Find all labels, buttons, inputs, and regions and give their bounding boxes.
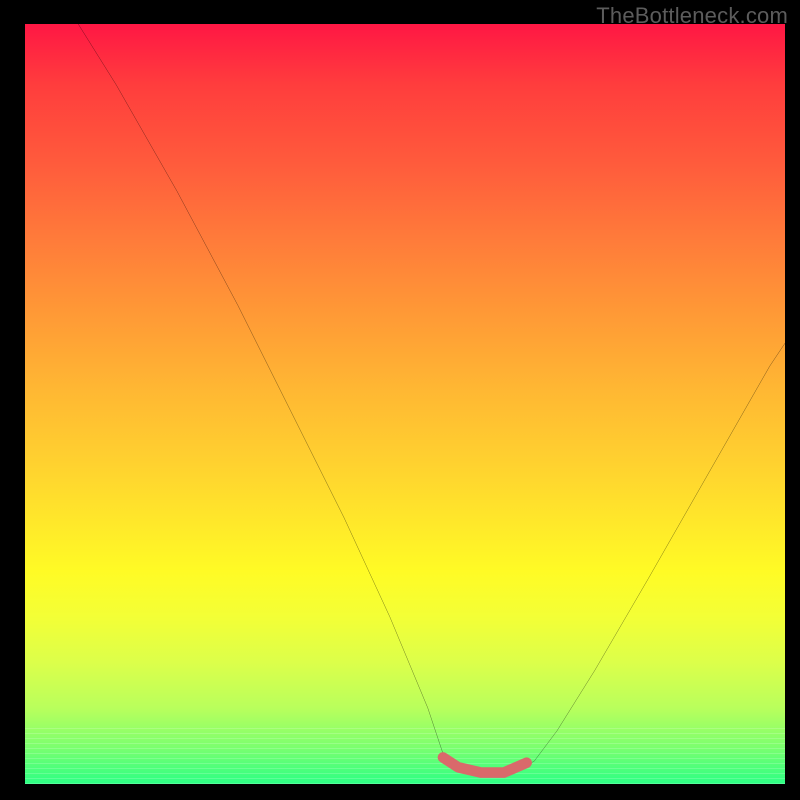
chart-frame: TheBottleneck.com [0,0,800,800]
optimal-range-highlight [443,757,527,772]
plot-area [25,24,785,784]
watermark-text: TheBottleneck.com [596,3,788,29]
curve-svg [25,24,785,784]
bottleneck-curve [78,24,785,774]
